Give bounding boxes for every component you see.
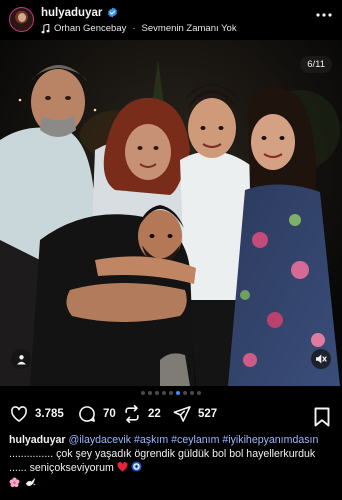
music-note-icon	[41, 23, 50, 33]
heart-icon[interactable]	[9, 404, 29, 424]
dove-emoji-icon	[25, 477, 37, 486]
post-photo[interactable]: 6/11	[0, 40, 342, 386]
nazar-amulet-emoji-icon	[131, 461, 142, 472]
post-caption: hulyaduyar @ilaydacevik #aşkım #ceylanım…	[9, 434, 335, 488]
person-icon	[16, 354, 26, 365]
share-action[interactable]: 527	[172, 404, 217, 424]
post-header: hulyaduyar Orhan Gencebay · Sevmenin Zam…	[0, 0, 342, 40]
carousel-dot	[190, 391, 194, 395]
red-heart-emoji-icon	[117, 462, 128, 472]
caption-username[interactable]: hulyaduyar	[9, 434, 66, 446]
group-photo-scene	[0, 40, 342, 386]
caption-hashtag-3[interactable]: #iyikihepyanımdasın	[222, 434, 318, 446]
music-title: Sevmenin Zamanı Yok	[141, 23, 237, 34]
like-action[interactable]: 3.785	[9, 404, 64, 424]
avatar-face	[18, 13, 26, 22]
carousel-dot	[141, 391, 145, 395]
verified-badge-icon	[107, 7, 118, 18]
cherry-blossom-emoji-icon	[9, 476, 20, 487]
comment-action[interactable]: 70	[77, 404, 116, 424]
carousel-dot	[148, 391, 152, 395]
carousel-dot	[183, 391, 187, 395]
send-icon[interactable]	[172, 404, 192, 424]
share-count[interactable]: 527	[198, 408, 217, 420]
caption-text: ............... çok şey yaşadık ögrendik…	[9, 447, 316, 475]
avatar[interactable]	[9, 7, 34, 32]
comment-count[interactable]: 70	[103, 408, 116, 420]
music-separator: ·	[132, 23, 136, 34]
carousel-indicator	[0, 391, 342, 399]
comment-icon[interactable]	[77, 404, 97, 424]
bookmark-icon[interactable]	[313, 407, 331, 427]
caption-mention[interactable]: @ilaydacevik	[68, 434, 131, 446]
carousel-dot	[197, 391, 201, 395]
post-actions: 3.785 70 22 527	[0, 404, 342, 430]
carousel-dot	[162, 391, 166, 395]
repost-icon[interactable]	[122, 404, 142, 424]
music-row[interactable]: Orhan Gencebay · Sevmenin Zamanı Yok	[41, 23, 237, 34]
caption-line-1: hulyaduyar @ilaydacevik #aşkım #ceylanım…	[9, 434, 335, 476]
mute-button[interactable]	[311, 349, 331, 369]
caption-hashtag-1[interactable]: #aşkım	[134, 434, 168, 446]
repost-count[interactable]: 22	[148, 408, 161, 420]
repost-action[interactable]: 22	[122, 404, 161, 424]
carousel-dot	[169, 391, 173, 395]
carousel-dot-active	[176, 391, 180, 395]
caption-hashtag-2[interactable]: #ceylanım	[171, 434, 219, 446]
tagged-people-button[interactable]	[11, 349, 31, 369]
username[interactable]: hulyaduyar	[41, 7, 102, 19]
carousel-counter: 6/11	[300, 56, 332, 73]
carousel-dot	[155, 391, 159, 395]
like-count[interactable]: 3.785	[35, 408, 64, 420]
more-options-icon[interactable]	[315, 12, 333, 18]
music-artist: Orhan Gencebay	[54, 23, 127, 34]
speaker-muted-icon	[316, 354, 327, 364]
caption-line-2	[9, 476, 335, 488]
